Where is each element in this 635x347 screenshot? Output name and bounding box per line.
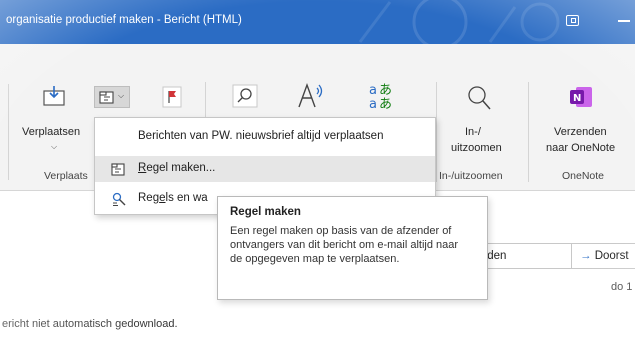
arrow-right-icon: → [580, 250, 592, 262]
forward-button-label: Doorst [594, 250, 629, 262]
menu-item-always-move[interactable]: Berichten van PW. nieuwsbrief altijd ver… [95, 124, 435, 150]
restore-window-icon[interactable] [566, 15, 579, 26]
menu-item-create-rule[interactable]: Regel maken... [95, 156, 435, 182]
message-date: do 1 [611, 281, 633, 293]
send-onenote-label-line2[interactable]: naar OneNote [546, 141, 615, 155]
svg-text:a: a [369, 97, 377, 111]
create-rule-icon [111, 163, 125, 176]
minimize-window-icon[interactable] [618, 20, 630, 22]
translate-icon[interactable]: a あ a あ [366, 81, 394, 111]
search-icon[interactable] [232, 84, 258, 108]
menu-item-label: Berichten van PW. nieuwsbrief altijd ver… [138, 130, 384, 142]
rules-button[interactable]: ⌵ [94, 86, 130, 108]
title-bar: organisatie productief maken - Bericht (… [0, 0, 635, 44]
rules-chevron-down-icon: ⌵ [118, 91, 125, 100]
onenote-icon[interactable]: N [568, 84, 594, 110]
onenote-group-label: OneNote [562, 170, 605, 182]
ribbon-separator [528, 82, 529, 182]
zoom-icon[interactable] [466, 84, 492, 112]
tooltip-title: Regel maken [230, 206, 301, 218]
tooltip-body: Een regel maken op basis van de afzender… [230, 225, 459, 265]
zoom-button-label-line2[interactable]: uitzoomen [451, 141, 502, 155]
ribbon-separator [436, 82, 437, 182]
svg-text:あ: あ [379, 83, 392, 98]
forward-button[interactable]: → Doorst [571, 243, 635, 269]
create-rule-tooltip: Regel maken Een regel maken op basis van… [217, 196, 488, 300]
manage-rules-icon [112, 192, 126, 206]
read-aloud-icon[interactable] [296, 82, 326, 110]
download-notice: ericht niet automatisch gedownload. [2, 318, 178, 330]
rules-icon [99, 91, 114, 104]
send-onenote-label-line1[interactable]: Verzenden [554, 125, 607, 139]
zoom-group-label: In-/uitzoomen [439, 170, 503, 182]
zoom-button-label-line1[interactable]: In-/ [465, 125, 481, 139]
window-title: organisatie productief maken - Bericht (… [6, 14, 242, 26]
title-bar-pattern [358, 0, 560, 44]
move-folder-icon[interactable] [42, 84, 66, 108]
move-button-label[interactable]: Verplaatsen [22, 125, 80, 139]
svg-text:N: N [573, 93, 581, 104]
svg-text:あ: あ [379, 97, 392, 111]
svg-text:a: a [369, 83, 377, 98]
menu-item-label: Regels en wa [138, 192, 208, 204]
flag-icon[interactable] [162, 86, 182, 108]
ribbon-separator [8, 84, 9, 180]
move-chevron-down-icon[interactable]: ⌵ [51, 142, 57, 152]
menu-item-label: Regel maken... [138, 162, 216, 174]
move-group-label: Verplaats [44, 170, 88, 182]
